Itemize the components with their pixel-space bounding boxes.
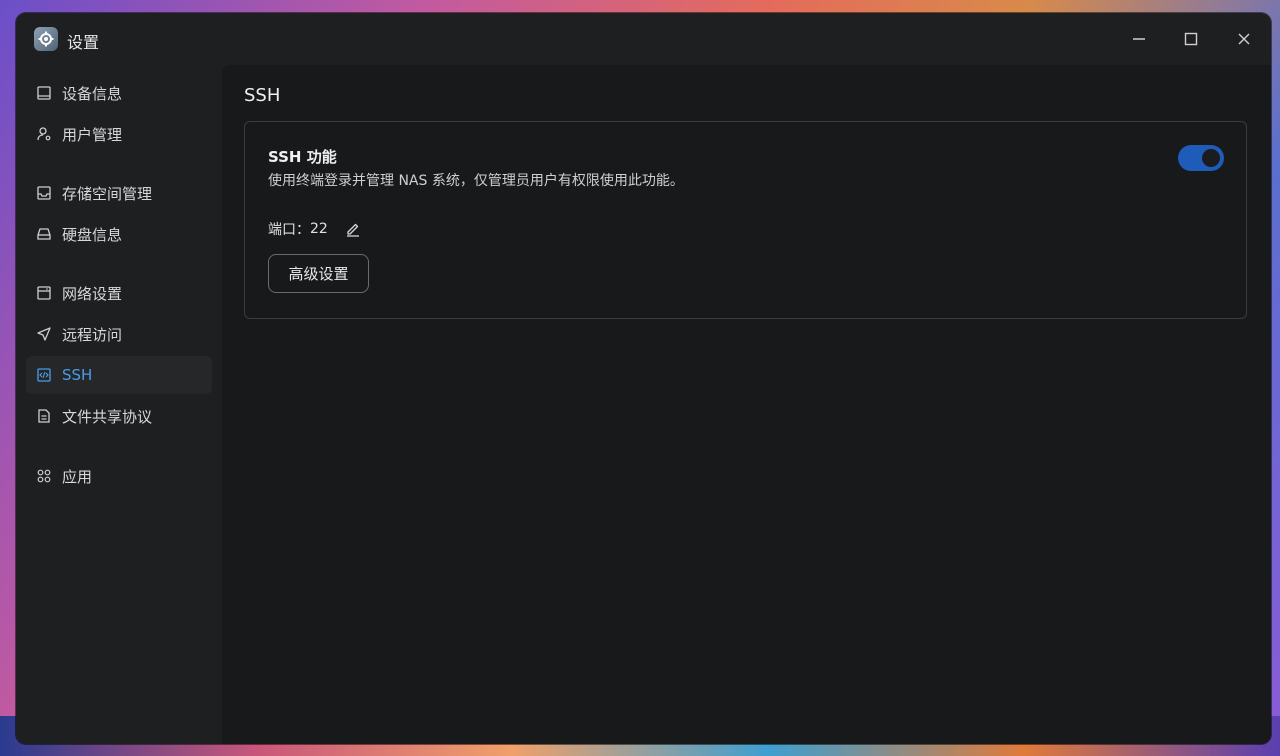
port-row: 端口： 22	[268, 219, 362, 239]
titlebar: 设置	[16, 13, 1271, 65]
user-gear-icon	[36, 126, 52, 142]
ssh-settings-card: SSH 功能 使用终端登录并管理 NAS 系统，仅管理员用户有权限使用此功能。 …	[244, 121, 1247, 319]
settings-app-icon	[34, 27, 58, 51]
sidebar-item-label: 网络设置	[62, 284, 123, 303]
ssh-toggle[interactable]	[1178, 145, 1224, 171]
code-icon	[36, 367, 52, 383]
sidebar-item-label: 存储空间管理	[62, 184, 153, 203]
card-title: SSH 功能	[268, 148, 337, 166]
main-content: SSH SSH 功能 使用终端登录并管理 NAS 系统，仅管理员用户有权限使用此…	[222, 65, 1271, 744]
sidebar-item-user-management[interactable]: 用户管理	[26, 115, 212, 153]
send-icon	[36, 326, 52, 342]
network-icon	[36, 285, 52, 301]
maximize-button[interactable]	[1179, 27, 1203, 51]
device-icon	[36, 85, 52, 101]
port-value: 22	[310, 221, 328, 237]
storage-icon	[36, 185, 52, 201]
pencil-icon	[346, 223, 359, 237]
sidebar-item-label: 用户管理	[62, 125, 123, 144]
sidebar-item-network[interactable]: 网络设置	[26, 274, 212, 312]
window-title: 设置	[67, 33, 100, 52]
sidebar-item-label: 文件共享协议	[62, 407, 153, 426]
sidebar-item-file-sharing[interactable]: 文件共享协议	[26, 397, 212, 435]
sidebar-item-remote-access[interactable]: 远程访问	[26, 315, 212, 353]
document-icon	[36, 408, 52, 424]
sidebar-item-label: SSH	[62, 366, 93, 384]
settings-window: 设置 设备信息 用户管理 存储空间管理 硬盘信息 网络设置 远程访问 SSH 文…	[16, 13, 1271, 744]
sidebar: 设备信息 用户管理 存储空间管理 硬盘信息 网络设置 远程访问 SSH 文件共享…	[16, 65, 222, 744]
edit-port-button[interactable]	[344, 220, 362, 238]
sidebar-item-label: 远程访问	[62, 325, 123, 344]
port-label: 端口：	[268, 222, 310, 238]
advanced-settings-button[interactable]: 高级设置	[268, 254, 369, 293]
card-description: 使用终端登录并管理 NAS 系统，仅管理员用户有权限使用此功能。	[268, 173, 684, 189]
toggle-knob	[1202, 149, 1220, 167]
sidebar-item-label: 设备信息	[62, 84, 123, 103]
sidebar-item-ssh[interactable]: SSH	[26, 356, 212, 394]
sidebar-item-device-info[interactable]: 设备信息	[26, 74, 212, 112]
sidebar-item-storage[interactable]: 存储空间管理	[26, 174, 212, 212]
close-button[interactable]	[1232, 27, 1256, 51]
sidebar-item-label: 应用	[62, 467, 93, 486]
page-title: SSH	[244, 85, 281, 106]
sidebar-item-disk-info[interactable]: 硬盘信息	[26, 215, 212, 253]
disk-icon	[36, 226, 52, 242]
minimize-button[interactable]	[1127, 27, 1151, 51]
sidebar-item-label: 硬盘信息	[62, 225, 123, 244]
apps-icon	[36, 468, 52, 484]
sidebar-item-apps[interactable]: 应用	[26, 457, 212, 495]
